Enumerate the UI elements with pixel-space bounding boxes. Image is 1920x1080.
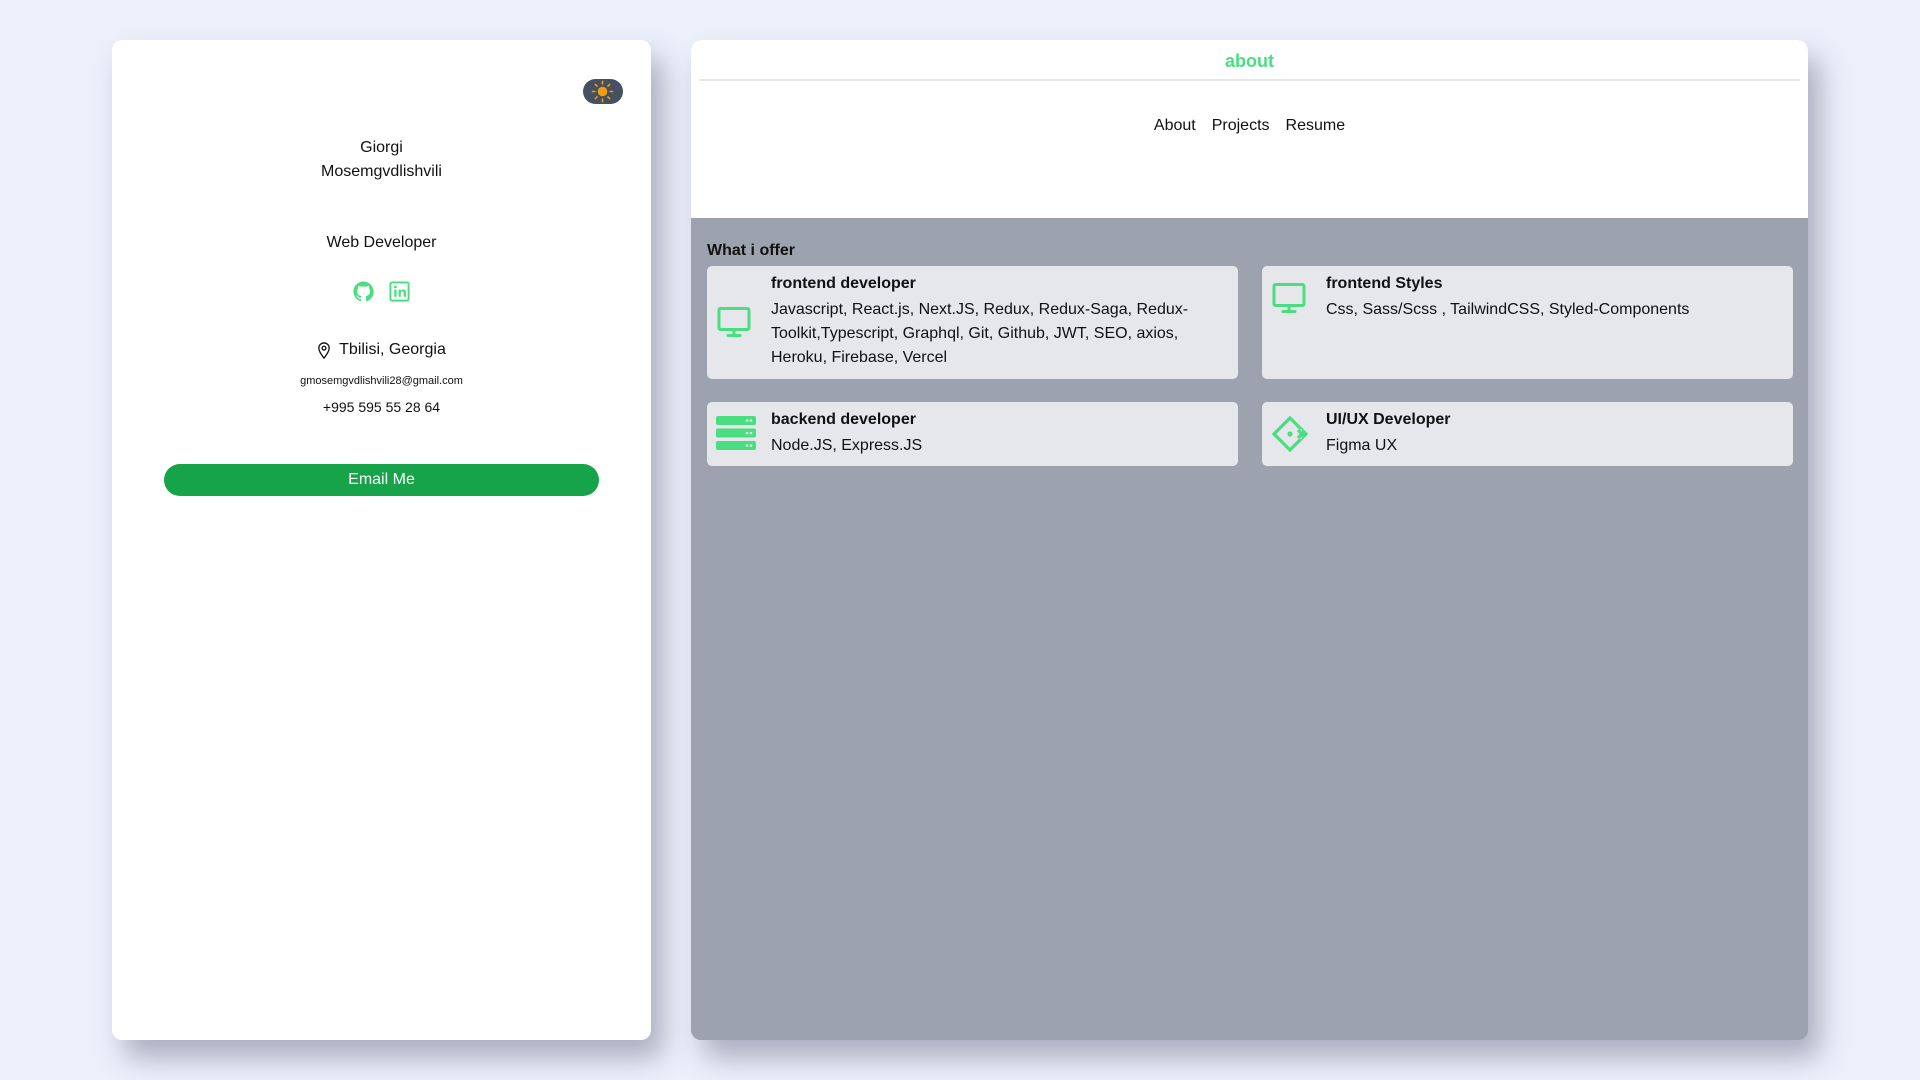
offer-description: Node.JS, Express.JS: [771, 437, 923, 454]
offer-description: Css, Sass/Scss , TailwindCSS, Styled-Com…: [1326, 301, 1690, 318]
linkedin-link[interactable]: [388, 280, 411, 303]
profile-title: Web Developer: [326, 234, 437, 251]
linkedin-icon: [389, 281, 410, 302]
nav-resume[interactable]: Resume: [1286, 115, 1346, 137]
last-name: Mosemgvdlishvili: [321, 163, 442, 180]
section-title: What i offer: [707, 242, 795, 259]
first-name: Giorgi: [360, 139, 403, 156]
header-divider: [699, 79, 1800, 81]
header: about About Projects Resume: [691, 40, 1808, 218]
figma-component-icon: [1271, 415, 1309, 453]
sun-icon: [591, 80, 614, 103]
social-links: [112, 280, 651, 303]
phone-number: +995 595 55 28 64: [322, 399, 441, 415]
email-me-button[interactable]: Email Me: [164, 464, 599, 496]
offer-card-frontend-styles: frontend Styles Css, Sass/Scss , Tailwin…: [1262, 266, 1793, 379]
offer-description: Javascript, React.js, Next.JS, Redux, Re…: [771, 301, 1189, 366]
nav-projects[interactable]: Projects: [1212, 115, 1270, 137]
theme-toggle[interactable]: [583, 79, 623, 104]
profile-name: Giorgi Mosemgvdlishvili: [112, 136, 651, 184]
email-address: gmosemgvdlishvili28@gmail.com: [300, 375, 463, 387]
monitor-icon: [717, 307, 751, 337]
page-title: about: [1225, 51, 1274, 71]
server-icon: [716, 416, 756, 450]
offer-description: Figma UX: [1326, 437, 1398, 454]
offer-title: frontend Styles: [1326, 275, 1443, 292]
main-panel: about About Projects Resume What i offer…: [691, 40, 1808, 1040]
map-pin-icon: [318, 341, 330, 359]
offer-card-ui-ux-developer: UI/UX Developer Figma UX: [1262, 402, 1793, 466]
offer-card-frontend-developer: frontend developer Javascript, React.js,…: [707, 266, 1238, 379]
location: Tbilisi, Georgia: [112, 339, 651, 361]
nav-about[interactable]: About: [1154, 115, 1196, 137]
github-link[interactable]: [352, 280, 375, 303]
location-text: Tbilisi, Georgia: [339, 341, 446, 358]
offer-title: UI/UX Developer: [1326, 411, 1451, 428]
offer-title: frontend developer: [771, 275, 916, 292]
offer-title: backend developer: [771, 411, 916, 428]
offer-card-backend-developer: backend developer Node.JS, Express.JS: [707, 402, 1238, 466]
profile-card: Giorgi Mosemgvdlishvili Web Developer Tb…: [112, 40, 651, 1040]
monitor-icon: [1272, 283, 1306, 313]
main-nav: About Projects Resume: [691, 115, 1808, 137]
github-icon: [353, 281, 374, 302]
